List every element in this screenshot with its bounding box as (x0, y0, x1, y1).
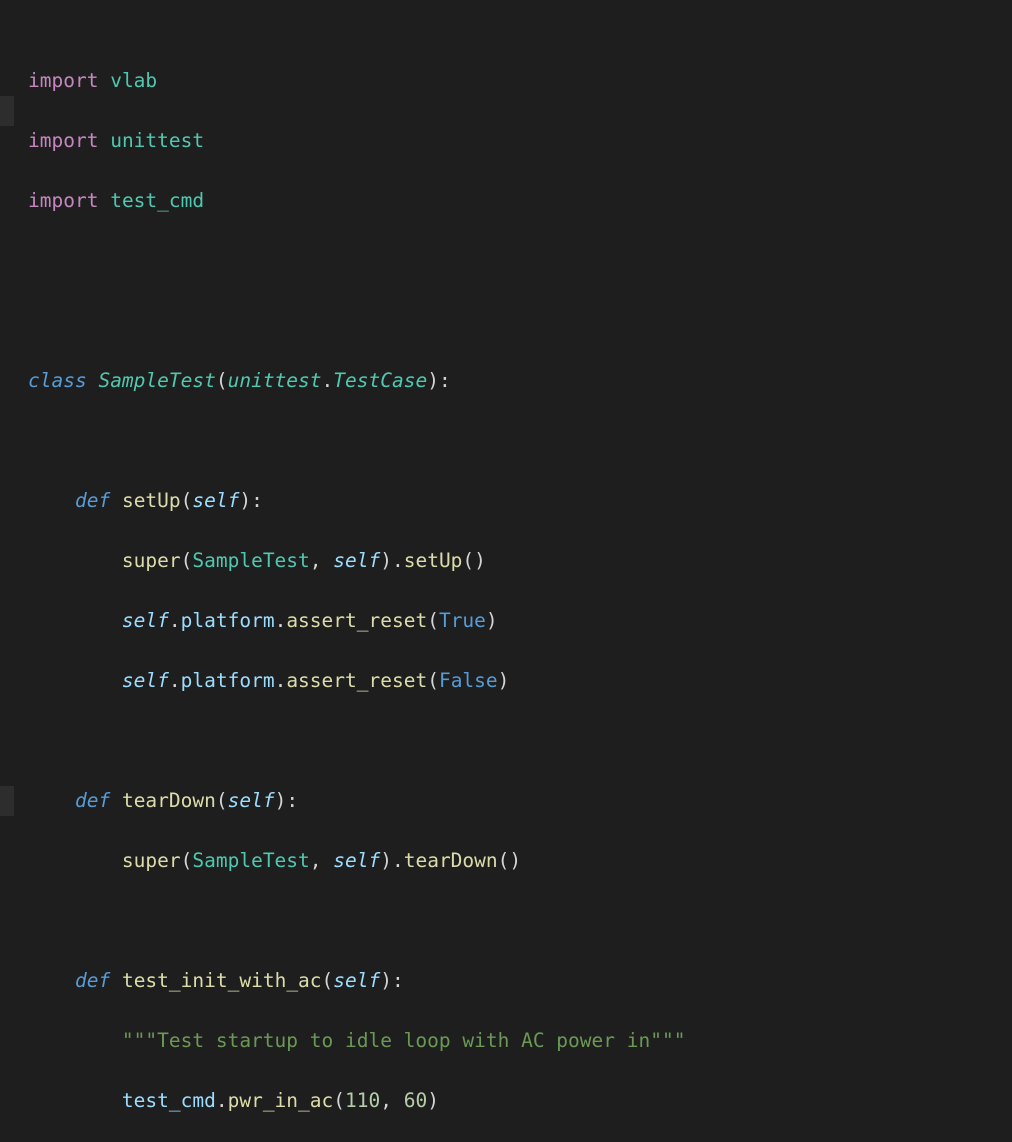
code-line: class SampleTest(unittest.TestCase): (28, 366, 1012, 396)
code-line: test_cmd.pwr_in_ac(110, 60) (28, 1086, 1012, 1116)
code-line: super(SampleTest, self).tearDown() (28, 846, 1012, 876)
code-editor[interactable]: import vlab import unittest import test_… (0, 0, 1012, 1142)
code-line: self.platform.assert_reset(True) (28, 606, 1012, 636)
code-line (28, 246, 1012, 276)
code-line: import test_cmd (28, 186, 1012, 216)
code-line: """Test startup to idle loop with AC pow… (28, 1026, 1012, 1056)
code-line: import unittest (28, 126, 1012, 156)
code-line (28, 306, 1012, 336)
code-line (28, 426, 1012, 456)
gutter (0, 6, 14, 1142)
code-line: self.platform.assert_reset(False) (28, 666, 1012, 696)
code-line (28, 906, 1012, 936)
gutter-blank-mark (0, 96, 14, 126)
code-line: def test_init_with_ac(self): (28, 966, 1012, 996)
code-line: def tearDown(self): (28, 786, 1012, 816)
code-line: import vlab (28, 66, 1012, 96)
code-line (28, 726, 1012, 756)
gutter-current-line-mark (0, 786, 14, 816)
code-line: def setUp(self): (28, 486, 1012, 516)
code-line: super(SampleTest, self).setUp() (28, 546, 1012, 576)
